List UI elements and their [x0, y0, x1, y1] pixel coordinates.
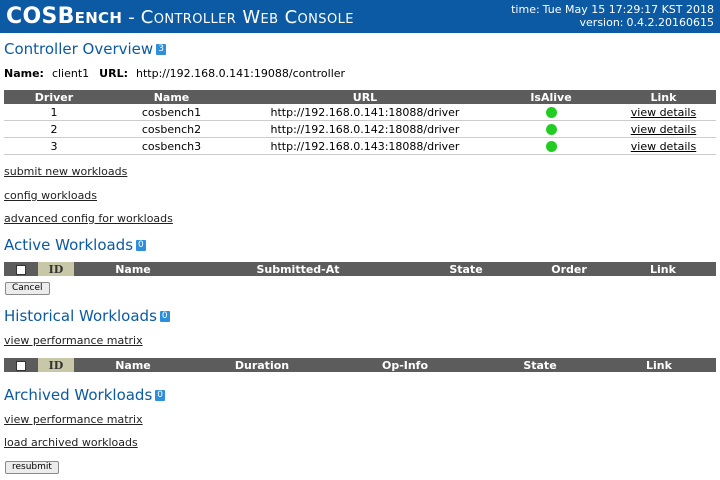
- section-title: Archived Workloads: [4, 386, 153, 404]
- active-count-badge: 0: [136, 240, 146, 251]
- driver-url: http://192.168.0.143:18088/driver: [239, 137, 491, 155]
- select-all-cell: [4, 358, 38, 372]
- version-label: version:: [579, 16, 624, 29]
- view-details-link[interactable]: view details: [631, 123, 696, 136]
- historical-matrix-link[interactable]: view performance matrix: [4, 334, 143, 347]
- active-table-header: ID Name Submitted-At State Order Link: [4, 262, 716, 276]
- time-label: time:: [511, 3, 540, 16]
- url-label: URL:: [99, 67, 128, 80]
- view-details-link[interactable]: view details: [631, 140, 696, 153]
- col-link: Link: [610, 262, 716, 276]
- section-title: Historical Workloads: [4, 307, 157, 325]
- driver-status: [491, 137, 611, 155]
- controller-overview-heading: Controller Overview 3: [4, 40, 166, 58]
- driver-name: cosbench3: [104, 137, 239, 155]
- load-archived-link[interactable]: load archived workloads: [4, 436, 138, 449]
- driver-url: http://192.168.0.142:18088/driver: [239, 120, 491, 138]
- driver-status: [491, 104, 611, 121]
- name-value: client1: [51, 67, 90, 80]
- driver-link-cell: view details: [611, 104, 716, 121]
- cancel-button[interactable]: Cancel: [5, 282, 50, 295]
- time-value: Tue May 15 17:29:17 KST 2018: [542, 3, 714, 16]
- app-subtitle: Controller Web Console: [140, 7, 354, 28]
- col-name: Name: [74, 262, 192, 276]
- header-banner: COSBench - Controller Web Console time: Tue…: [0, 0, 720, 33]
- archived-matrix-link[interactable]: view performance matrix: [4, 413, 143, 426]
- table-row: 1 cosbench1 http://192.168.0.141:18088/d…: [4, 104, 716, 121]
- version-value: 0.4.2.20160615: [626, 16, 714, 29]
- select-all-checkbox[interactable]: [16, 264, 26, 275]
- config-workloads-link[interactable]: config workloads: [4, 189, 97, 202]
- driver-status: [491, 120, 611, 138]
- historical-workloads-table: ID Name Duration Op-Info State Link: [4, 358, 716, 372]
- col-name: Name: [104, 90, 239, 104]
- alive-status-icon: [545, 124, 557, 135]
- driver-name: cosbench2: [104, 120, 239, 138]
- section-title: Active Workloads: [4, 236, 134, 254]
- col-submitted-at: Submitted-At: [192, 262, 404, 276]
- archived-count-badge: 0: [155, 390, 166, 401]
- historical-table-header: ID Name Duration Op-Info State Link: [4, 358, 716, 372]
- submit-workloads-link[interactable]: submit new workloads: [4, 165, 127, 178]
- driver-id: 1: [4, 104, 104, 121]
- col-state: State: [478, 358, 602, 372]
- active-workloads-table: ID Name Submitted-At State Order Link: [4, 262, 716, 276]
- server-meta: time: Tue May 15 17:29:17 KST 2018 versio…: [511, 3, 714, 29]
- col-isalive: IsAlive: [491, 90, 611, 104]
- select-all-checkbox[interactable]: [16, 360, 26, 371]
- table-row: 2 cosbench2 http://192.168.0.142:18088/d…: [4, 120, 716, 138]
- alive-status-icon: [545, 107, 557, 118]
- select-all-cell: [4, 262, 38, 276]
- col-name: Name: [74, 358, 192, 372]
- section-title: Controller Overview: [4, 40, 154, 58]
- col-url: URL: [239, 90, 491, 104]
- view-details-link[interactable]: view details: [631, 106, 696, 119]
- driver-count-badge: 3: [156, 44, 166, 55]
- col-duration: Duration: [192, 358, 332, 372]
- driver-id: 2: [4, 120, 104, 138]
- col-order: Order: [528, 262, 610, 276]
- name-label: Name:: [4, 67, 44, 80]
- active-workloads-heading: Active Workloads 0: [4, 236, 146, 254]
- col-op-info: Op-Info: [332, 358, 478, 372]
- driver-table: Driver Name URL IsAlive Link 1 cosbench1…: [4, 90, 716, 155]
- historical-workloads-heading: Historical Workloads 0: [4, 307, 170, 325]
- historical-count-badge: 0: [159, 311, 170, 322]
- driver-link-cell: view details: [611, 137, 716, 155]
- resubmit-button[interactable]: resubmit: [5, 461, 59, 474]
- url-value: http://192.168.0.141:19088/controller: [135, 67, 346, 80]
- driver-name: cosbench1: [104, 104, 239, 121]
- table-row: 3 cosbench3 http://192.168.0.143:18088/d…: [4, 137, 716, 155]
- archived-workloads-heading: Archived Workloads 0: [4, 386, 166, 404]
- driver-url: http://192.168.0.141:18088/driver: [239, 104, 491, 121]
- title-separator: -: [128, 7, 135, 28]
- driver-link-cell: view details: [611, 120, 716, 138]
- controller-info: Name: client1 URL: http://192.168.0.141:190…: [4, 67, 355, 80]
- driver-id: 3: [4, 137, 104, 155]
- col-id[interactable]: ID: [38, 358, 74, 372]
- col-state: State: [404, 262, 528, 276]
- app-title: COSBench: [6, 4, 123, 29]
- col-link: Link: [611, 90, 716, 104]
- col-link: Link: [602, 358, 716, 372]
- alive-status-icon: [545, 141, 557, 152]
- col-driver: Driver: [4, 90, 104, 104]
- driver-table-header: Driver Name URL IsAlive Link: [4, 90, 716, 104]
- app-brand: COSBench - Controller Web Console: [6, 4, 354, 29]
- col-id[interactable]: ID: [38, 262, 74, 276]
- advanced-config-link[interactable]: advanced config for workloads: [4, 212, 173, 225]
